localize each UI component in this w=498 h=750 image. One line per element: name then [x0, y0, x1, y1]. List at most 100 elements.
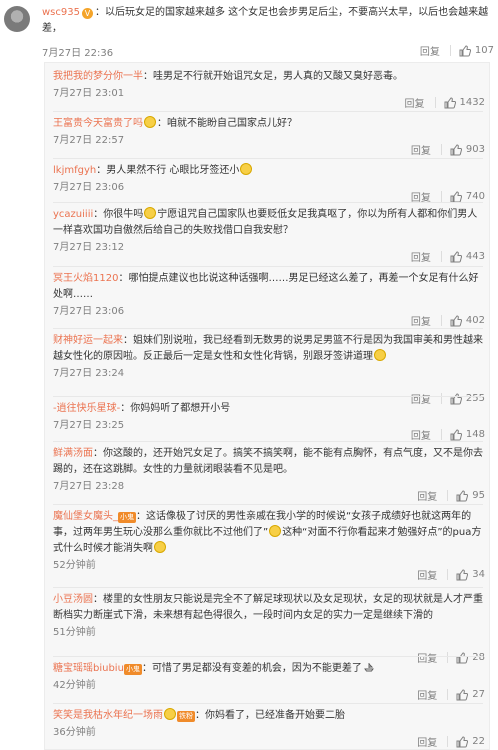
reply-separator: ： [96, 165, 107, 176]
reply-username[interactable]: 小豆汤圆 [53, 594, 93, 605]
emoji-icon [154, 541, 166, 553]
fan-badge: 小鬼 [123, 664, 142, 675]
reply-username[interactable]: 糖宝瑶瑶biubiu [53, 663, 124, 674]
like-count: 107 [474, 45, 494, 56]
reply-button[interactable]: 回复 [411, 313, 431, 328]
reply-button[interactable]: 回复 [420, 43, 440, 58]
emoji-icon [269, 525, 282, 537]
reply-separator: ： [93, 594, 103, 605]
like-count: 27 [472, 689, 485, 700]
like-icon[interactable] [450, 143, 462, 156]
reply-username[interactable]: 魔仙堡女魔头_ [53, 511, 118, 522]
fan-badge: 小鬼 [118, 512, 136, 523]
action-divider [447, 490, 449, 501]
like-icon[interactable] [456, 489, 469, 502]
reply-button[interactable]: 回复 [411, 142, 431, 157]
reply-text: 咱就不能盼自己国家点儿好？ [167, 118, 297, 129]
reply-username[interactable]: 笑笑是我枯水年纪一场雨 [53, 710, 163, 721]
reply-actions: 回复 903 [411, 142, 485, 157]
verified-badge-icon: V [81, 8, 93, 19]
like-icon[interactable] [456, 688, 469, 701]
like-icon[interactable] [444, 96, 456, 109]
reply-actions: 回复 402 [411, 313, 485, 328]
reply-time: 7月27日 23:24 [53, 368, 125, 379]
list-item: lkjmfgyh：男人果然不行 心眼比牙签还小 7月27日 23:06 回复 7… [53, 163, 485, 204]
reply-username[interactable]: 冥王火焰1120 [53, 273, 118, 284]
emoji-icon [240, 163, 253, 175]
like-icon[interactable] [456, 568, 469, 581]
reply-username[interactable]: ycazuiiii [53, 209, 93, 220]
reply-separator: ： [195, 710, 205, 721]
reply-actions: 回复 22 [417, 734, 485, 749]
action-divider [447, 569, 449, 580]
reply-username[interactable]: 我把我的梦分你一半 [53, 71, 143, 82]
list-item: 财神好运一起来：姐妹们别说啦，我已经看到无数男的说男足男篮不行是因为我国审美和男… [53, 333, 485, 406]
like-icon[interactable] [450, 250, 462, 263]
reply-username[interactable]: 财神好运一起来 [53, 335, 123, 346]
like-count: 148 [465, 429, 485, 440]
list-item: 王富贵今天富贵了吗 ：咱就不能盼自己国家点儿好？ 7月27日 22:57 回复 9… [53, 116, 485, 157]
reply-username[interactable]: 鲜满汤面 [53, 448, 93, 459]
main-comment-actions: 回复 107 [420, 43, 494, 58]
reply-text: 男人果然不行 心眼比牙签还小 [106, 165, 240, 176]
reply-separator: ： [93, 209, 104, 220]
reply-text: 你妈妈听了都想开小号 [130, 403, 231, 414]
like-icon[interactable] [459, 44, 471, 57]
reply-text: 可惜了男足都没有变差的机会，因为不能更差了 [151, 663, 362, 674]
action-divider [440, 144, 442, 155]
reply-separator: ： [141, 663, 152, 674]
divider [53, 656, 483, 657]
like-icon[interactable] [456, 735, 469, 748]
like-count: 95 [472, 490, 485, 501]
list-item: -逍往快乐星球-：你妈妈听了都想开小号 7月27日 23:25 回复 148 [53, 401, 485, 442]
reply-button[interactable]: 回复 [405, 95, 425, 110]
divider [53, 266, 483, 267]
list-item: ycazuiiii：你很牛吗 宁愿诅咒自己国家队也要贬低女足我真呕了，你以为所有人… [53, 207, 485, 264]
list-item: 糖宝瑶瑶biubiu 小鬼 ：可惜了男足都没有变差的机会，因为不能更差了 42分钟前… [53, 661, 485, 702]
action-divider [440, 429, 442, 440]
like-icon[interactable] [450, 314, 462, 327]
reply-username[interactable]: -逍往快乐星球- [53, 403, 120, 414]
reply-separator: ： [143, 71, 153, 82]
emoji-icon [144, 207, 157, 219]
divider [53, 703, 483, 704]
reply-button[interactable]: 回复 [411, 249, 431, 264]
emoji-icon [374, 349, 386, 361]
list-item: 我把我的梦分你一半：哇男足不行就开始诅咒女足，男人真的又酸又臭好恶毒。 7月27… [53, 69, 485, 110]
reply-button[interactable]: 回复 [417, 734, 437, 749]
main-comment: wsc935 V ：以后玩女足的国家越来越多 这个女足也会步男足后尘，不要高兴太早，… [0, 0, 498, 62]
reply-text: 你很牛吗 [103, 209, 144, 220]
action-divider [449, 45, 451, 56]
like-count: 740 [465, 191, 485, 202]
action-divider [434, 97, 436, 108]
reply-time: 51分钟前 [53, 627, 96, 638]
list-item: 冥王火焰1120：哪怕提点建议也比说这种话强啊……男足已经这么差了，再差一个女足… [53, 271, 485, 328]
reply-button[interactable]: 回复 [417, 488, 437, 503]
reply-username[interactable]: 王富贵今天富贵了吗 [53, 118, 143, 129]
action-divider [440, 315, 442, 326]
reply-button[interactable]: 回复 [417, 567, 437, 582]
like-icon[interactable] [450, 190, 462, 203]
reply-text: 你妈看了，已经准备开始要二胎 [205, 710, 345, 721]
reply-list: 我把我的梦分你一半：哇男足不行就开始诅咒女足，男人真的又酸又臭好恶毒。 7月27… [44, 62, 490, 750]
like-count: 22 [472, 736, 485, 747]
reply-actions: 回复 27 [417, 687, 485, 702]
reply-actions: 回复 148 [411, 427, 485, 442]
avatar[interactable] [4, 6, 30, 32]
main-username[interactable]: wsc935 [42, 7, 80, 18]
reply-actions: 回复 95 [417, 488, 485, 503]
like-count: 34 [472, 569, 485, 580]
list-item: 笑笑是我枯水年纪一场雨 铁粉 ：你妈看了，已经准备开始要二胎 36分钟前 回复 22 [53, 708, 485, 749]
action-divider [440, 251, 442, 262]
reply-button[interactable]: 回复 [417, 687, 437, 702]
reply-separator: ： [136, 511, 146, 522]
action-divider [447, 736, 449, 747]
reply-separator: ： [93, 448, 103, 459]
reply-separator: ： [120, 403, 131, 414]
reply-button[interactable]: 回复 [411, 427, 431, 442]
like-icon[interactable] [450, 428, 462, 441]
divider [53, 328, 483, 329]
main-comment-text: wsc935 V ：以后玩女足的国家越来越多 这个女足也会步男足后尘，不要高兴太早，… [42, 7, 489, 34]
reply-username[interactable]: lkjmfgyh [53, 165, 96, 176]
reply-text: 你这酸的，还开始咒女足了。搞笑不搞笑啊，能不能有点胸怀，有点气度，又不是你去踢的… [53, 448, 483, 475]
